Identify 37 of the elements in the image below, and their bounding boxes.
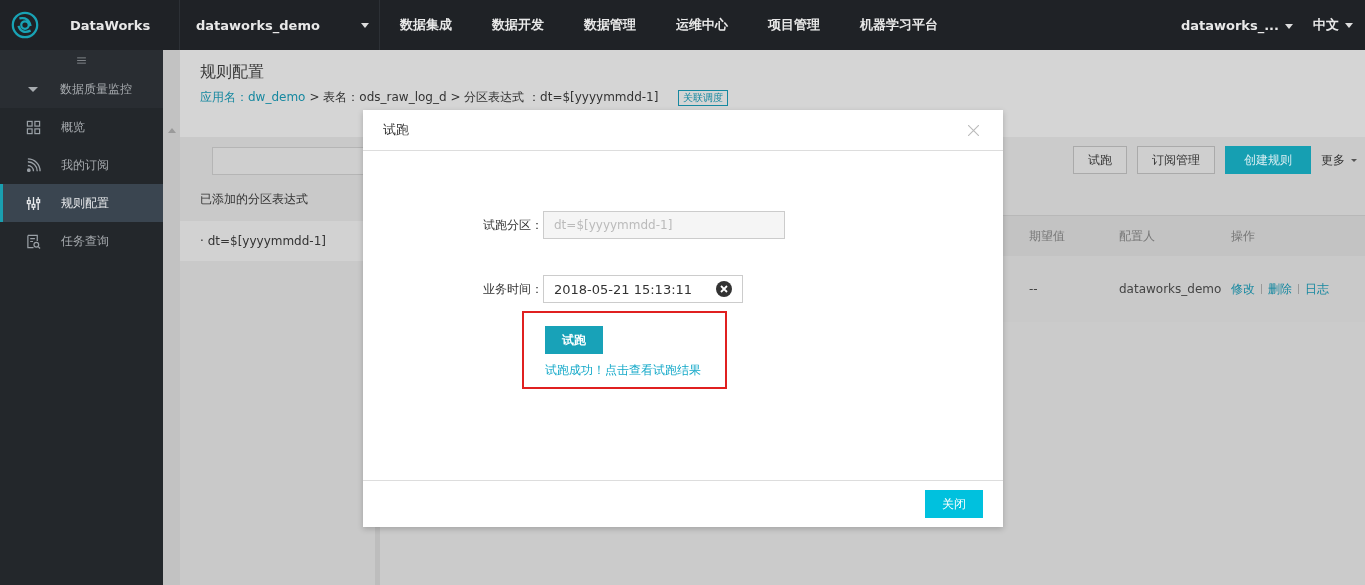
dialog-title: 试跑 — [383, 121, 409, 139]
toolbar-button[interactable]: 试跑 — [1073, 146, 1127, 174]
language-dropdown[interactable]: 中文 — [1313, 16, 1353, 34]
list-heading: 已添加的分区表达式 — [199, 191, 309, 208]
more-dropdown[interactable]: 更多 — [1321, 151, 1357, 169]
nav-link[interactable]: 机器学习平台 — [860, 16, 938, 34]
app-name: DataWorks — [70, 17, 151, 33]
field-label: 试跑分区： — [482, 216, 543, 234]
sidebar-item[interactable]: 概览 — [0, 108, 163, 146]
logo-icon — [10, 10, 40, 40]
document-search-icon — [26, 233, 41, 249]
column-header: 配置人 — [1118, 227, 1156, 245]
nav-link[interactable]: 运维中心 — [676, 16, 728, 34]
nav-link[interactable]: 数据集成 — [400, 16, 452, 34]
column-header: 期望值 — [1028, 227, 1066, 245]
nav-link[interactable]: 数据开发 — [492, 16, 544, 34]
page-title: 规则配置 — [200, 62, 265, 83]
scroll-up-icon[interactable] — [167, 128, 176, 133]
user-dropdown[interactable]: dataworks_... — [1180, 17, 1293, 33]
sliders-icon — [26, 195, 41, 211]
clear-icon[interactable] — [716, 281, 732, 297]
nav-link[interactable]: 数据管理 — [584, 16, 636, 34]
close-icon[interactable] — [968, 124, 979, 136]
field-label: 业务时间： — [482, 280, 543, 298]
toolbar-button[interactable]: 订阅管理 — [1137, 146, 1215, 174]
input-field[interactable]: 2018-05-21 15:13:11 — [543, 275, 743, 303]
column-header: 操作 — [1230, 227, 1256, 245]
grid-icon — [26, 119, 41, 135]
sidebar-item[interactable]: 我的订阅 — [0, 146, 163, 184]
sidebar-item[interactable]: 任务查询 — [0, 222, 163, 260]
sidebar-section[interactable]: 数据质量监控 — [0, 70, 163, 108]
menu-icon[interactable] — [77, 56, 86, 64]
table-cell-text: -- — [1028, 282, 1039, 296]
breadcrumb-text: > 表名：ods_raw_log_d > 分区表达式 ：dt=$[yyyymmdd-1] — [309, 89, 659, 106]
nav-link[interactable]: 项目管理 — [768, 16, 820, 34]
rss-icon — [26, 157, 41, 173]
sidebar-item[interactable]: 规则配置 — [0, 184, 163, 222]
